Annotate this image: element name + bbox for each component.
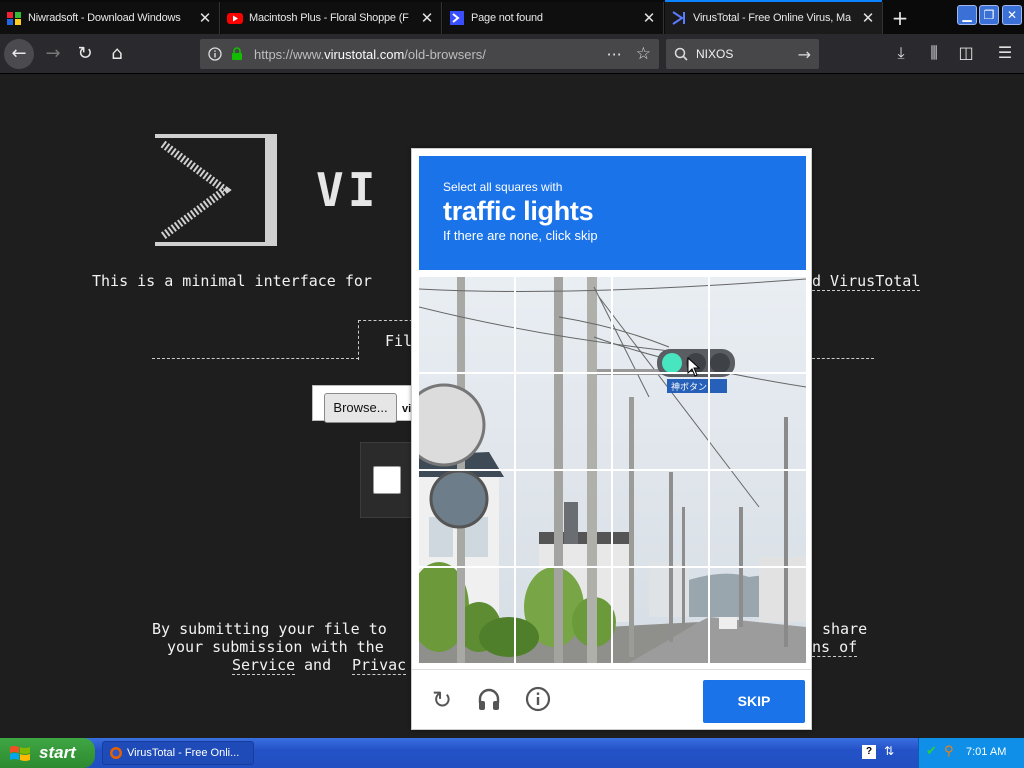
forward-arrow-icon[interactable]: →: [38, 39, 68, 69]
tab-title: Niwradsoft - Download Windows: [28, 12, 181, 24]
close-icon[interactable]: ✕: [419, 9, 435, 27]
reload-challenge-icon[interactable]: ↻: [428, 686, 456, 714]
privacy-link[interactable]: Privac: [352, 656, 407, 675]
file-name-text: vi: [402, 403, 412, 415]
captcha-challenge-dialog: Select all squares with traffic lights I…: [411, 148, 812, 730]
search-go-arrow-icon[interactable]: →: [798, 45, 811, 64]
divider: [152, 358, 359, 359]
challenge-image-grid[interactable]: 神ボタン: [419, 277, 806, 663]
challenge-instruction: Select all squares with: [443, 180, 563, 194]
tab-title: Page not found: [471, 12, 543, 24]
security-shield-icon[interactable]: ✔: [926, 744, 937, 759]
grid-divider: [419, 372, 806, 374]
challenge-footer: ↻ SKIP: [412, 669, 811, 730]
terms-text-line1: By submitting your file to: [152, 620, 387, 638]
back-arrow-icon[interactable]: ←: [4, 39, 34, 69]
browse-button[interactable]: Browse...: [324, 393, 397, 423]
taskbar-item-virustotal[interactable]: VirusTotal - Free Onli...: [102, 741, 254, 765]
grid-divider: [419, 469, 806, 471]
taskbar-item-label: VirusTotal - Free Onli...: [127, 747, 240, 759]
new-tab-plus-icon[interactable]: +: [888, 6, 912, 30]
hamburger-menu-icon[interactable]: ☰: [994, 43, 1016, 62]
terms-and-text: and: [295, 656, 341, 674]
terms-of-service-link[interactable]: ns of: [812, 638, 858, 657]
virustotal-favicon-icon: [672, 11, 685, 25]
close-icon[interactable]: ✕: [197, 9, 213, 27]
restore-icon[interactable]: ❐: [979, 5, 999, 25]
tab-page-not-found[interactable]: Page not found ✕: [443, 2, 664, 34]
search-query[interactable]: NIXOS: [696, 47, 798, 61]
download-icon[interactable]: ⤓: [890, 43, 912, 63]
challenge-target: traffic lights: [443, 196, 594, 226]
nav-bar: ← → ↻ ⌂ https://www.virustotal.com/old-b…: [0, 34, 1024, 74]
magnifier-tray-icon[interactable]: ⚲: [944, 744, 954, 759]
start-label: start: [39, 743, 76, 762]
divider: [812, 358, 874, 359]
niwradsoft-favicon-icon: [7, 12, 21, 25]
grid-divider: [419, 566, 806, 568]
taskbar: start VirusTotal - Free Onli... ? ⇅ ✔ ⚲ …: [0, 738, 1024, 768]
url-bar[interactable]: https://www.virustotal.com/old-browsers/…: [200, 39, 659, 69]
tab-title: Macintosh Plus - Floral Shoppe (F: [249, 12, 409, 24]
challenge-header: Select all squares with traffic lights I…: [419, 156, 806, 270]
service-link[interactable]: Service: [232, 656, 296, 675]
file-label: Fil: [385, 332, 413, 350]
search-icon: [674, 47, 688, 61]
minimize-icon[interactable]: ▁: [957, 5, 977, 25]
help-icon[interactable]: ?: [862, 745, 876, 759]
clock: 7:01 AM: [966, 746, 1007, 758]
lock-icon[interactable]: [230, 47, 244, 61]
virustotal-ascii-logo-icon: [155, 134, 277, 246]
window-close-icon[interactable]: ✕: [1002, 5, 1022, 25]
tab-virustotal-active[interactable]: VirusTotal - Free Online Virus, Ma ✕: [665, 0, 883, 34]
skip-button[interactable]: SKIP: [703, 680, 805, 723]
sidebar-icon[interactable]: ◫: [955, 43, 977, 62]
intro-text-left: This is a minimal interface for: [92, 272, 372, 290]
virustotal-link[interactable]: d VirusTotal: [812, 272, 921, 291]
network-icon[interactable]: ⇅: [884, 744, 894, 758]
mouse-cursor-icon: [687, 357, 701, 377]
logo-text: VI: [316, 163, 380, 217]
tab-niwradsoft[interactable]: Niwradsoft - Download Windows ✕: [0, 2, 220, 34]
start-button[interactable]: start: [0, 738, 95, 768]
url-text[interactable]: https://www.virustotal.com/old-browsers/: [254, 47, 606, 62]
youtube-icon: [227, 13, 243, 24]
street-sign-text: 神ボタン: [671, 381, 707, 393]
info-circle-icon[interactable]: [524, 686, 552, 714]
challenge-hint: If there are none, click skip: [443, 228, 598, 243]
more-dots-icon[interactable]: ···: [606, 45, 621, 64]
library-icon[interactable]: ⫼: [923, 43, 945, 63]
tab-strip: Niwradsoft - Download Windows ✕ Macintos…: [0, 0, 1024, 34]
reload-icon[interactable]: ↻: [70, 39, 100, 69]
info-icon[interactable]: [208, 47, 222, 61]
windows-logo-icon: [10, 746, 30, 761]
tab-macintosh-plus[interactable]: Macintosh Plus - Floral Shoppe (F ✕: [221, 2, 442, 34]
bookmark-star-icon[interactable]: ☆: [636, 44, 651, 64]
search-bar[interactable]: NIXOS →: [666, 39, 819, 69]
home-icon[interactable]: ⌂: [102, 39, 132, 69]
audio-headphones-icon[interactable]: [475, 686, 503, 714]
captcha-checkbox[interactable]: [373, 466, 401, 494]
virustotal-favicon-icon: [450, 11, 464, 25]
terms-text-line1-end: share: [822, 620, 868, 638]
close-icon[interactable]: ✕: [641, 9, 657, 27]
firefox-icon: [110, 747, 122, 759]
close-icon[interactable]: ✕: [860, 9, 876, 27]
tab-title: VirusTotal - Free Online Virus, Ma: [693, 12, 851, 24]
terms-text-line2: your submission with the: [167, 638, 384, 656]
